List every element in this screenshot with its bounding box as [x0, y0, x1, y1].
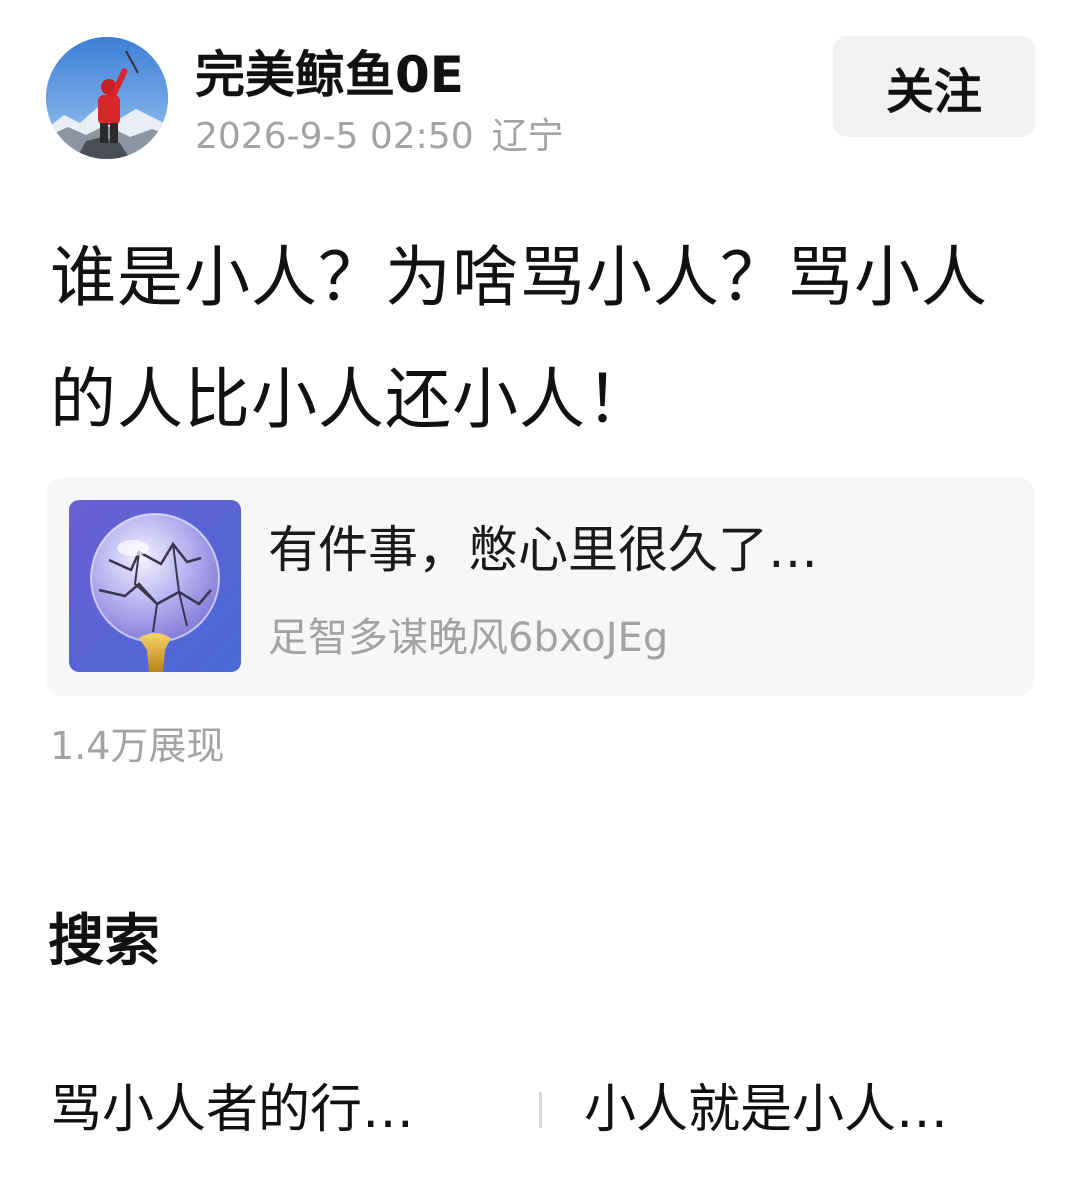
post-title: 谁是小人？为啥骂小人？骂小人的人比小人还小人！ [50, 239, 988, 438]
search-suggestions: 骂小人者的行… 小人就是小人… [0, 1072, 1080, 1152]
divider [539, 1092, 542, 1128]
post-header: 完美鲸鱼0E 2026-9-5 02:50 辽宁 关注 [0, 0, 1080, 170]
mountain-climber-avatar-icon [46, 37, 168, 159]
post-meta: 2026-9-5 02:50 辽宁 [195, 112, 564, 162]
author-name[interactable]: 完美鲸鱼0E [195, 42, 464, 108]
card-title: 有件事，憋心里很久了… [268, 521, 818, 579]
linked-article-card[interactable]: 有件事，憋心里很久了… 足智多谋晚风6bxoJEg [46, 477, 1035, 696]
search-suggestion[interactable]: 骂小人者的行… [50, 1072, 414, 1148]
card-source: 足智多谋晚风6bxoJEg [268, 615, 669, 661]
cracked-glass-sphere-icon [69, 500, 241, 672]
search-suggestion[interactable]: 小人就是小人… [584, 1072, 948, 1148]
search-heading: 搜索 [48, 909, 160, 974]
post-timestamp: 2026-9-5 02:50 [195, 116, 474, 157]
views-count: 1.4万展现 [50, 724, 225, 768]
follow-button[interactable]: 关注 [833, 36, 1035, 137]
post-location: 辽宁 [491, 116, 564, 157]
author-avatar[interactable] [46, 37, 168, 159]
card-thumbnail [69, 500, 241, 672]
